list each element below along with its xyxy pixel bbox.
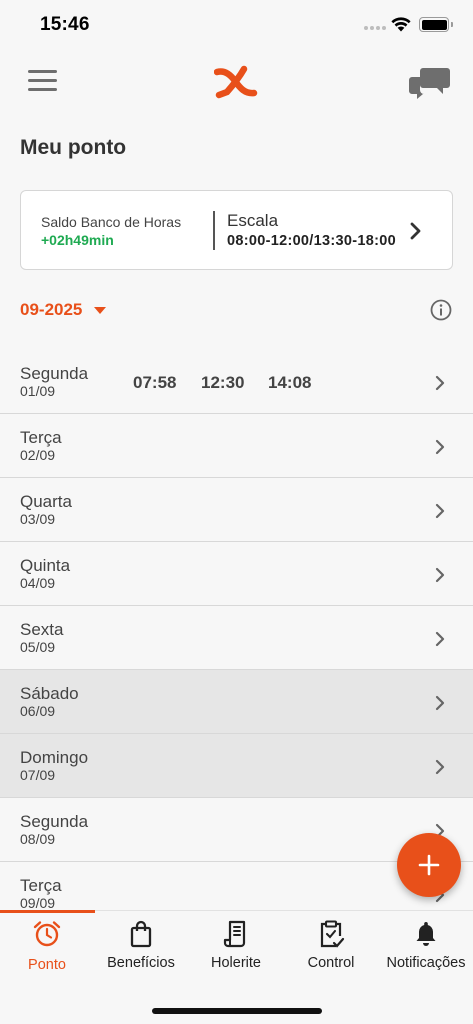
day-name: Terça [20, 428, 62, 447]
day-date: 06/09 [20, 703, 56, 719]
punch-time: 14:08 [268, 373, 312, 392]
shopping-bag-icon [130, 920, 152, 948]
chevron-right-icon [435, 759, 445, 775]
wifi-icon [391, 17, 411, 32]
battery-icon [419, 17, 453, 32]
day-name: Terça [20, 876, 62, 895]
day-name: Domingo [20, 748, 89, 767]
day-date: 08/09 [20, 831, 56, 847]
nav-label-control: Control [307, 955, 355, 971]
chevron-right-icon [435, 375, 445, 391]
day-row[interactable]: Terça 02/09 [0, 414, 473, 478]
cellular-signal-icon [364, 26, 386, 30]
day-name: Sexta [20, 620, 64, 639]
page-title: Meu ponto [20, 136, 127, 159]
nav-item-holerite[interactable]: Holerite [189, 911, 283, 981]
caret-down-icon [94, 306, 107, 314]
chevron-right-icon [435, 695, 445, 711]
nav-item-control[interactable]: Control [284, 911, 378, 981]
clipboard-check-icon [320, 920, 345, 948]
day-date: 04/09 [20, 575, 56, 591]
day-row[interactable]: Domingo 07/09 [0, 734, 473, 798]
month-label: 09-2025 [20, 300, 83, 319]
bottom-navigation: Ponto Benefícios Holerite Control Notifi… [0, 910, 473, 1024]
screen: 15:46 Meu ponto Saldo Banco de Horas +02… [0, 0, 473, 1024]
schedule-value: 08:00-12:00/13:30-18:00 [227, 233, 396, 249]
home-indicator [152, 1008, 322, 1014]
nav-label-holerite: Holerite [211, 955, 261, 971]
chevron-right-icon [435, 567, 445, 583]
punch-time: 12:30 [201, 373, 245, 392]
day-row[interactable]: Quarta 03/09 [0, 478, 473, 542]
day-date: 05/09 [20, 639, 56, 655]
chevron-right-icon [410, 222, 421, 240]
schedule-label: Escala [227, 211, 279, 230]
day-name: Quinta [20, 556, 71, 575]
app-logo [214, 65, 258, 99]
nav-item-notificacoes[interactable]: Notificações [379, 911, 473, 981]
chevron-right-icon [435, 631, 445, 647]
day-name: Sábado [20, 684, 79, 703]
nav-item-ponto[interactable]: Ponto [0, 911, 94, 981]
chevron-right-icon [435, 503, 445, 519]
nav-label-beneficios: Benefícios [107, 955, 175, 971]
nav-item-beneficios[interactable]: Benefícios [94, 911, 188, 981]
status-time: 15:46 [40, 14, 90, 35]
nav-label-ponto: Ponto [28, 957, 66, 973]
day-date: 03/09 [20, 511, 56, 527]
day-row[interactable]: Quinta 04/09 [0, 542, 473, 606]
day-list: Segunda 01/09 07:58 12:30 14:08 Terça 02/09 Qua… [0, 350, 473, 926]
card-divider [213, 211, 215, 250]
balance-label: Saldo Banco de Horas [41, 214, 182, 230]
hamburger-menu-icon[interactable] [28, 70, 58, 94]
info-icon[interactable] [430, 299, 452, 321]
receipt-icon [223, 920, 246, 948]
day-name: Quarta [20, 492, 72, 511]
day-name: Segunda [20, 812, 89, 831]
bell-icon [416, 922, 436, 946]
day-date: 07/09 [20, 767, 56, 783]
day-row[interactable]: Segunda 01/09 07:58 12:30 14:08 [0, 350, 473, 414]
hours-balance-card[interactable]: Saldo Banco de Horas +02h49min Escala 08… [20, 190, 453, 270]
punch-time: 07:58 [133, 373, 177, 392]
add-punch-button[interactable] [397, 833, 461, 897]
day-date: 02/09 [20, 447, 56, 463]
day-row[interactable]: Sábado 06/09 [0, 670, 473, 734]
alarm-clock-icon [33, 921, 61, 947]
balance-value: +02h49min [41, 232, 114, 248]
month-selector[interactable]: 09-2025 [20, 300, 107, 320]
day-name: Segunda [20, 364, 89, 383]
chevron-right-icon [435, 439, 445, 455]
plus-icon [418, 854, 440, 876]
day-date: 01/09 [20, 383, 56, 399]
day-date: 09/09 [20, 895, 56, 911]
nav-label-notificacoes: Notificações [386, 955, 466, 971]
day-row[interactable]: Sexta 05/09 [0, 606, 473, 670]
status-bar: 15:46 [0, 0, 473, 52]
chat-icon[interactable] [409, 66, 451, 100]
